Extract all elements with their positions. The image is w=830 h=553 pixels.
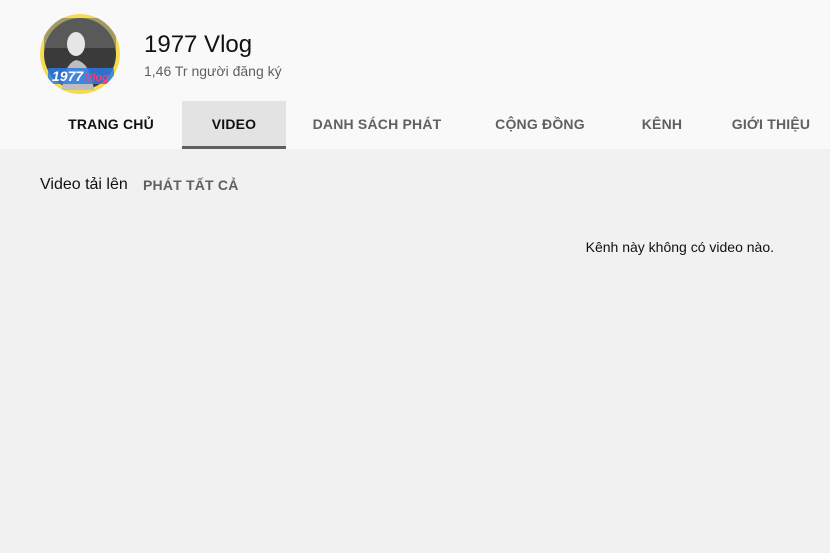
subscriber-count: 1,46 Tr người đăng ký xyxy=(144,63,282,79)
channel-name: 1977 Vlog xyxy=(144,31,253,58)
tab-home[interactable]: TRANG CHỦ xyxy=(40,101,182,149)
tab-videos[interactable]: VIDEO xyxy=(182,101,286,149)
tab-playlists[interactable]: DANH SÁCH PHÁT xyxy=(286,101,468,149)
uploads-title: Video tải lên xyxy=(40,176,128,193)
avatar-image: 1977 Vlog xyxy=(40,14,120,94)
tab-about[interactable]: GIỚI THIỆU xyxy=(712,101,830,149)
channel-avatar[interactable]: 1977 Vlog xyxy=(40,14,120,94)
channel-header: 1977 Vlog 1977 Vlog 1,46 Tr người đăng k… xyxy=(0,0,830,149)
svg-text:Vlog: Vlog xyxy=(85,72,109,84)
empty-state-message: Kênh này không có video nào. xyxy=(585,239,774,255)
channel-tabs: TRANG CHỦ VIDEO DANH SÁCH PHÁT CỘNG ĐỒNG… xyxy=(0,101,830,149)
avatar-logo-text: 1977 xyxy=(52,68,84,84)
play-all-button[interactable]: PHÁT TẤT CẢ xyxy=(143,175,239,195)
tab-channels[interactable]: KÊNH xyxy=(612,101,712,149)
tab-community[interactable]: CỘNG ĐỒNG xyxy=(468,101,612,149)
